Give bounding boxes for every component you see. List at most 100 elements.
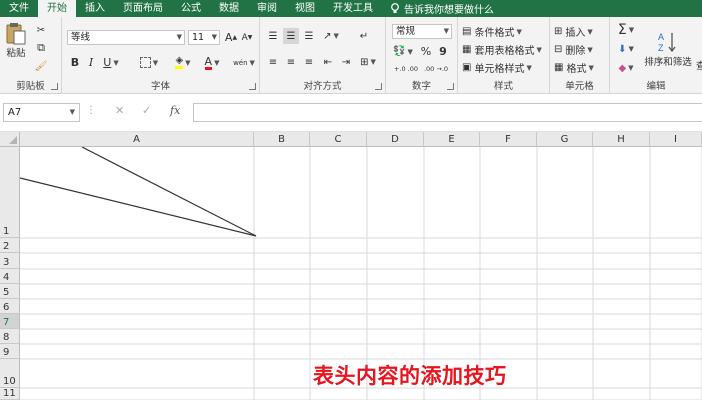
top-align-button[interactable]: ☰	[265, 28, 281, 44]
column-header-a[interactable]: A	[20, 132, 254, 147]
row-header-6[interactable]: 6	[0, 299, 20, 314]
orientation-button[interactable]: ↗ ▼	[320, 28, 342, 44]
tab-home[interactable]: 开始	[38, 0, 76, 17]
decrease-decimal-button[interactable]: .00 →.0	[422, 62, 450, 76]
paste-button[interactable]: 粘贴	[3, 21, 29, 59]
shrink-font-button[interactable]: A ▼	[240, 30, 254, 45]
column-header-b[interactable]: B	[254, 132, 310, 147]
increase-decimal-button[interactable]: +.0 .00	[392, 62, 420, 76]
column-header-g[interactable]: G	[537, 132, 593, 147]
confirm-entry-button[interactable]: ✓	[142, 104, 151, 117]
tab-insert[interactable]: 插入	[76, 0, 114, 17]
row-header-5[interactable]: 5	[0, 284, 20, 299]
middle-align-button[interactable]: ☰	[283, 28, 299, 44]
align-top-icon: ☰	[268, 30, 278, 42]
grow-font-button[interactable]: A ▲	[224, 30, 238, 45]
align-left-icon: ≡	[268, 56, 278, 68]
row-header-10[interactable]: 10	[0, 359, 20, 388]
conditional-formatting-button[interactable]: ▤ 条件格式 ▼	[462, 24, 548, 39]
phonetic-button[interactable]: wén ▼	[232, 55, 256, 70]
font-name-select[interactable]: 等线 ▼	[67, 30, 185, 45]
column-header-c[interactable]: C	[310, 132, 367, 147]
diagonal-border-line	[20, 177, 257, 237]
merge-icon: ⊞	[360, 56, 369, 68]
number-format-select[interactable]: 常规 ▼	[392, 24, 452, 39]
font-name-value: 等线	[71, 32, 91, 43]
increase-indent-button[interactable]: ⇥	[338, 54, 354, 70]
column-header-e[interactable]: E	[424, 132, 480, 147]
tab-developer[interactable]: 开发工具	[324, 0, 382, 17]
merge-center-button[interactable]: ⊞ ▼	[356, 54, 380, 70]
align-right-icon: ≡	[304, 56, 314, 68]
cell-styles-button[interactable]: ▣ 单元格样式 ▼	[462, 60, 548, 75]
clear-button[interactable]: ◆ ▼	[614, 60, 638, 76]
row-header-8[interactable]: 8	[0, 329, 20, 344]
svg-text:A: A	[658, 32, 664, 42]
lightbulb-icon	[391, 3, 399, 13]
underline-button[interactable]: U ▼	[100, 55, 122, 70]
bottom-align-button[interactable]: ☰	[301, 28, 317, 44]
find-select-button[interactable]: 查	[696, 57, 702, 73]
select-all-button[interactable]	[0, 132, 20, 147]
tab-file[interactable]: 文件	[0, 0, 38, 17]
formula-bar-grip[interactable]: ⋮	[86, 105, 96, 116]
format-painter-button[interactable]: 🖌	[33, 59, 49, 73]
sort-filter-button[interactable]: AZ 排序和筛选	[640, 21, 696, 77]
font-size-select[interactable]: 11 ▼	[188, 30, 220, 45]
font-launcher[interactable]	[249, 83, 256, 90]
delete-cells-button[interactable]: ⊟ 删除 ▼	[554, 42, 608, 57]
insert-cells-icon: ⊞	[554, 26, 563, 37]
insert-cells-button[interactable]: ⊞ 插入 ▼	[554, 24, 608, 39]
tab-formulas[interactable]: 公式	[172, 0, 210, 17]
chevron-down-icon: ▼	[211, 33, 217, 41]
italic-button[interactable]: I	[84, 55, 98, 70]
orientation-icon: ↗	[323, 30, 332, 42]
column-header-f[interactable]: F	[480, 132, 537, 147]
percent-button[interactable]: %	[419, 44, 433, 59]
tell-me-text: 告诉我你想要做什么	[404, 5, 494, 16]
align-right-button[interactable]: ≡	[301, 54, 317, 70]
number-launcher[interactable]	[447, 83, 454, 90]
wrap-text-button[interactable]: ↵	[356, 28, 372, 44]
formula-input[interactable]	[193, 103, 702, 122]
cancel-entry-button[interactable]: ✕	[115, 104, 124, 117]
autosum-button[interactable]: Σ ▼	[614, 22, 638, 38]
name-box[interactable]: A7 ▼	[3, 103, 80, 122]
row-header-7[interactable]: 7	[0, 314, 20, 329]
accounting-button[interactable]: 💱 ▼	[392, 44, 414, 59]
cut-button[interactable]: ✂	[33, 23, 49, 37]
copy-button[interactable]: ⧉	[33, 41, 49, 55]
decrease-indent-button[interactable]: ⇤	[320, 54, 336, 70]
tab-view[interactable]: 视图	[286, 0, 324, 17]
comma-button[interactable]: 9	[436, 44, 450, 59]
row-header-4[interactable]: 4	[0, 269, 20, 284]
row-header-9[interactable]: 9	[0, 344, 20, 359]
tab-review[interactable]: 审阅	[248, 0, 286, 17]
font-color-button[interactable]: A ▼	[199, 55, 225, 70]
fill-down-icon: ⬇	[618, 43, 627, 55]
column-header-i[interactable]: I	[650, 132, 702, 147]
styles-group-label: 样式	[493, 81, 513, 92]
tab-data[interactable]: 数据	[210, 0, 248, 17]
table-style-icon: ▦	[462, 44, 472, 55]
column-header-h[interactable]: H	[593, 132, 650, 147]
borders-button[interactable]: ▼	[136, 55, 162, 70]
eraser-icon: ◆	[618, 62, 627, 74]
format-cells-button[interactable]: ▦ 格式 ▼	[554, 60, 608, 75]
row-header-11[interactable]: 11	[0, 388, 20, 400]
tell-me-box[interactable]: 告诉我你想要做什么	[390, 1, 494, 16]
bold-button[interactable]: B	[68, 55, 82, 70]
row-header-2[interactable]: 2	[0, 238, 20, 253]
column-header-d[interactable]: D	[367, 132, 424, 147]
tab-page-layout[interactable]: 页面布局	[114, 0, 172, 17]
align-center-button[interactable]: ≡	[283, 54, 299, 70]
align-left-button[interactable]: ≡	[265, 54, 281, 70]
clipboard-launcher[interactable]	[51, 83, 58, 90]
row-header-3[interactable]: 3	[0, 253, 20, 269]
alignment-launcher[interactable]	[375, 83, 382, 90]
fill-color-button[interactable]: ◈ ▼	[170, 55, 196, 70]
row-header-1[interactable]: 1	[0, 147, 20, 238]
fill-button[interactable]: ⬇ ▼	[614, 41, 638, 57]
format-as-table-button[interactable]: ▦ 套用表格格式 ▼	[462, 42, 548, 57]
insert-function-button[interactable]: fx	[170, 104, 180, 117]
